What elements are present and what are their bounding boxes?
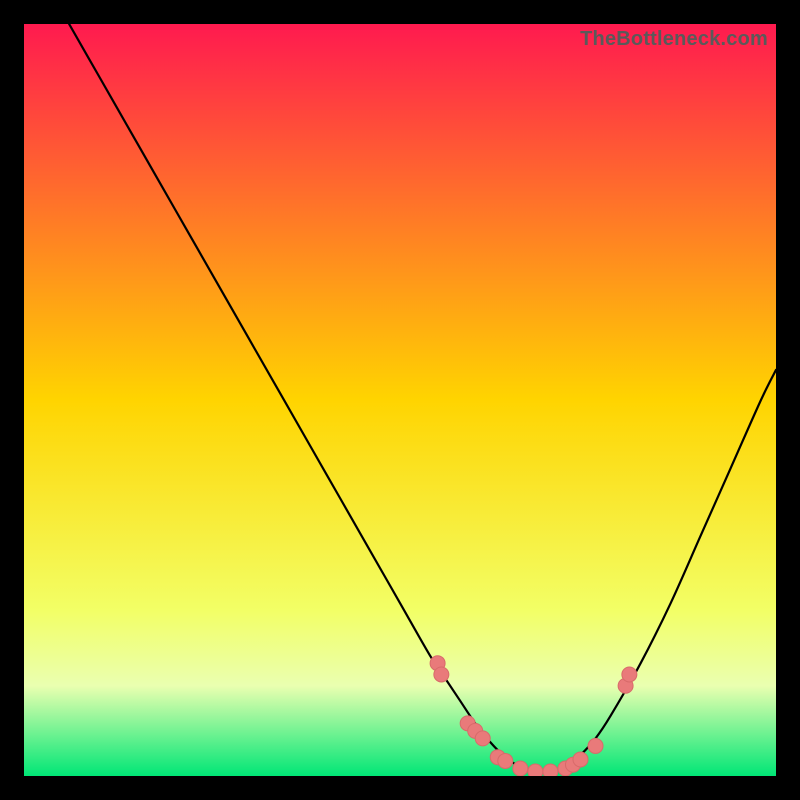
data-marker: [622, 667, 637, 682]
attribution-text: TheBottleneck.com: [580, 28, 768, 51]
data-marker: [513, 761, 528, 776]
data-marker: [588, 738, 603, 753]
data-marker: [498, 753, 513, 768]
gradient-background: [24, 24, 776, 776]
chart-frame: TheBottleneck.com: [24, 24, 776, 776]
data-marker: [475, 731, 490, 746]
data-marker: [543, 764, 558, 776]
data-marker: [528, 764, 543, 776]
bottleneck-plot: [24, 24, 776, 776]
data-marker: [573, 752, 588, 767]
data-marker: [434, 667, 449, 682]
